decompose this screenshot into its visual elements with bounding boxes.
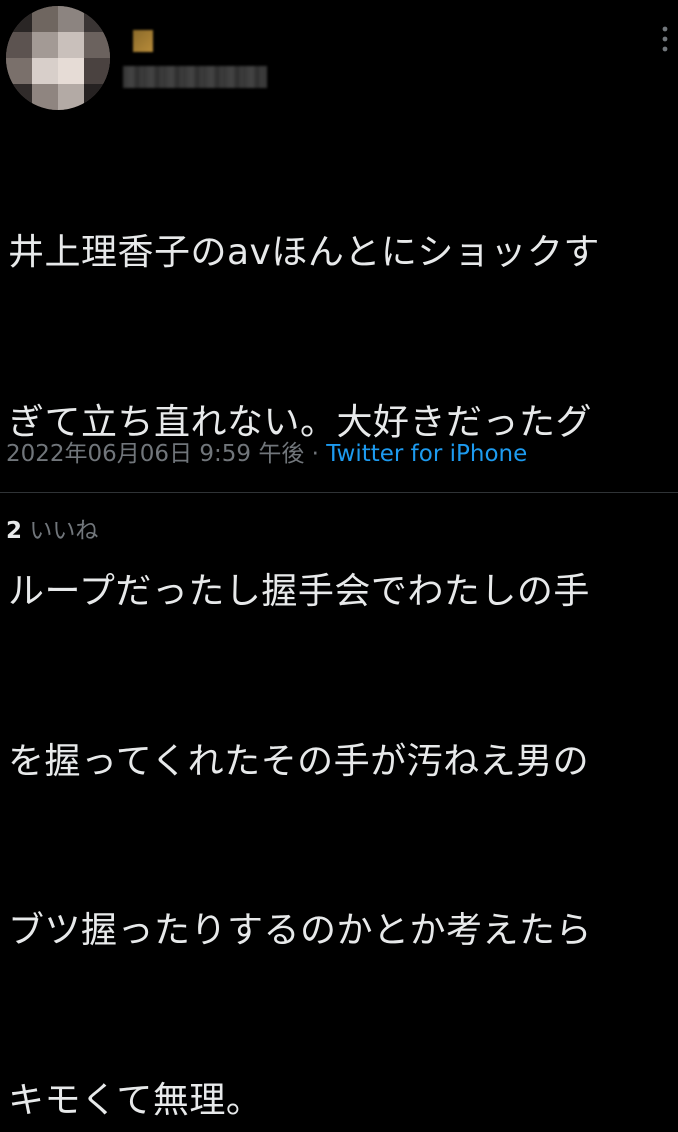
tweet-source-link[interactable]: Twitter for iPhone <box>326 441 527 467</box>
tweet-text: 井上理香子のavほんとにショックす ぎて立ち直れない。大好きだったグ ループだっ… <box>8 112 673 1132</box>
likes-label: いいね <box>29 518 99 544</box>
likes-count: 2 <box>6 518 23 544</box>
likes-link[interactable]: 2 いいね <box>6 515 98 547</box>
username-redacted[interactable] <box>123 66 267 88</box>
more-options-button[interactable] <box>655 22 675 56</box>
avatar[interactable] <box>6 6 110 110</box>
meta-separator: · <box>304 441 327 467</box>
pixelated-avatar-image <box>6 6 110 110</box>
tweet-text-line: ブツ握ったりするのかとか考えたら <box>8 910 593 951</box>
tweet-text-line: を握ってくれたその手が汚ねえ男の <box>8 740 590 782</box>
more-vertical-icon <box>662 26 668 52</box>
tweet-text-line: 井上理香子のavほんとにショックす <box>8 232 600 273</box>
tweet-timestamp[interactable]: 2022年06月06日 9:59 午後 <box>6 441 304 467</box>
divider <box>0 492 678 493</box>
tweet-text-line: キモくて無理。 <box>8 1079 263 1121</box>
tweet-meta: 2022年06月06日 9:59 午後 · Twitter for iPhone <box>6 438 527 470</box>
display-name-redacted[interactable] <box>133 30 153 52</box>
tweet-text-line: ループだったし握手会でわたしの手 <box>8 571 590 612</box>
